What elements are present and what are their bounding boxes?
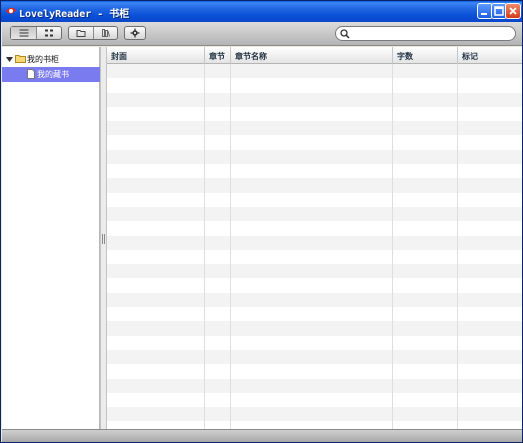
- table-row: [107, 149, 522, 165]
- column-header-word-count[interactable]: 字数: [393, 47, 458, 64]
- table-row: [107, 106, 522, 122]
- search-input[interactable]: [352, 28, 510, 39]
- table-row: [107, 378, 522, 393]
- table-row: [107, 135, 522, 150]
- table-row: [107, 407, 522, 422]
- column-header-mark[interactable]: 标记: [458, 47, 522, 64]
- table-row: [107, 349, 522, 365]
- folder-icon: [15, 55, 26, 63]
- list-view-icon: [19, 29, 28, 37]
- column-divider: [230, 64, 231, 429]
- column-divider: [204, 64, 205, 429]
- table-row: [107, 392, 522, 408]
- column-divider: [457, 64, 458, 429]
- column-header-chapter-name[interactable]: 章节名称: [231, 47, 393, 64]
- grid-view-button[interactable]: [37, 27, 61, 39]
- view-toggle-group: [10, 26, 62, 40]
- gear-icon: [130, 28, 140, 38]
- tree-item-my-bookcase[interactable]: 我的书柜: [2, 52, 100, 67]
- title-bar[interactable]: LovelyReader - 书柜: [1, 1, 522, 22]
- minimize-icon: [481, 13, 487, 15]
- app-window: LovelyReader - 书柜 我的书柜 我的藏书 封面 章节 章节名称 字…: [0, 0, 523, 443]
- table-row: [107, 78, 522, 93]
- table-row: [107, 121, 522, 136]
- table-row: [107, 278, 522, 293]
- table-row: [107, 164, 522, 179]
- close-icon: [509, 7, 517, 15]
- sidebar: 我的书柜 我的藏书: [2, 47, 100, 429]
- splitter-grip[interactable]: [102, 234, 105, 244]
- table-row: [107, 307, 522, 322]
- column-header-chapter[interactable]: 章节: [205, 47, 231, 64]
- settings-button[interactable]: [125, 27, 145, 39]
- toolbar: [2, 22, 522, 46]
- list-view-button[interactable]: [11, 27, 37, 39]
- table-body: [107, 64, 522, 429]
- table-row: [107, 64, 522, 79]
- table-header: 封面 章节 章节名称 字数 标记: [107, 47, 522, 64]
- grid-view-icon: [45, 29, 53, 37]
- open-folder-button[interactable]: [69, 27, 94, 39]
- table-row: [107, 364, 522, 379]
- status-bar: [2, 429, 522, 442]
- table-row: [107, 264, 522, 279]
- tree-item-my-collection[interactable]: 我的藏书: [2, 67, 100, 82]
- app-logo-icon: [6, 7, 16, 14]
- search-icon: [340, 29, 350, 39]
- column-header-cover[interactable]: 封面: [107, 47, 205, 64]
- window-title: LovelyReader - 书柜: [19, 9, 130, 20]
- table-row: [107, 235, 522, 250]
- table-row: [107, 192, 522, 207]
- table-row: [107, 421, 522, 429]
- table-row: [107, 249, 522, 265]
- table-row: [107, 292, 522, 308]
- table-row: [107, 321, 522, 336]
- expand-arrow-icon[interactable]: [6, 56, 13, 63]
- settings-button-group: [124, 26, 146, 40]
- close-button[interactable]: [505, 3, 521, 19]
- book-table: 封面 章节 章节名称 字数 标记: [107, 47, 522, 429]
- table-row: [107, 206, 522, 222]
- document-icon: [27, 69, 35, 79]
- table-row: [107, 178, 522, 193]
- table-row: [107, 221, 522, 236]
- action-button-group: [68, 26, 118, 40]
- folder-icon: [76, 30, 86, 37]
- maximize-icon: [494, 6, 504, 16]
- tree-item-label: 我的书柜: [27, 55, 59, 64]
- tree-item-label: 我的藏书: [37, 70, 69, 79]
- bookshelf-icon: [101, 29, 110, 37]
- table-row: [107, 335, 522, 350]
- column-divider: [392, 64, 393, 429]
- table-row: [107, 92, 522, 107]
- search-box[interactable]: [335, 26, 516, 41]
- sidebar-splitter[interactable]: [100, 47, 107, 429]
- bookshelf-button[interactable]: [94, 27, 117, 39]
